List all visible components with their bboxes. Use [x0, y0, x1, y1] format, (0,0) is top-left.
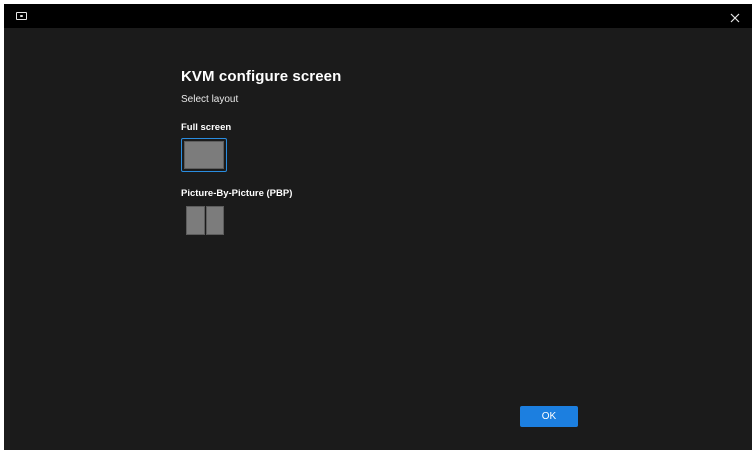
pbp-label: Picture-By-Picture (PBP) [181, 188, 293, 199]
page-subtitle: Select layout [181, 94, 239, 105]
title-bar [4, 4, 752, 28]
pbp-right-pane-icon [205, 206, 224, 235]
close-icon [730, 13, 740, 23]
kvm-configure-window: KVM configure screen Select layout Full … [4, 4, 752, 450]
full-screen-layout-option[interactable] [181, 138, 227, 172]
pbp-left-pane-icon [186, 206, 205, 235]
pbp-layout-option[interactable] [186, 206, 224, 235]
close-button[interactable] [730, 13, 744, 27]
full-screen-layout-icon [184, 141, 224, 169]
ok-button[interactable]: OK [520, 406, 578, 427]
monitor-icon [16, 12, 27, 20]
page-title: KVM configure screen [181, 68, 342, 85]
full-screen-label: Full screen [181, 122, 232, 133]
